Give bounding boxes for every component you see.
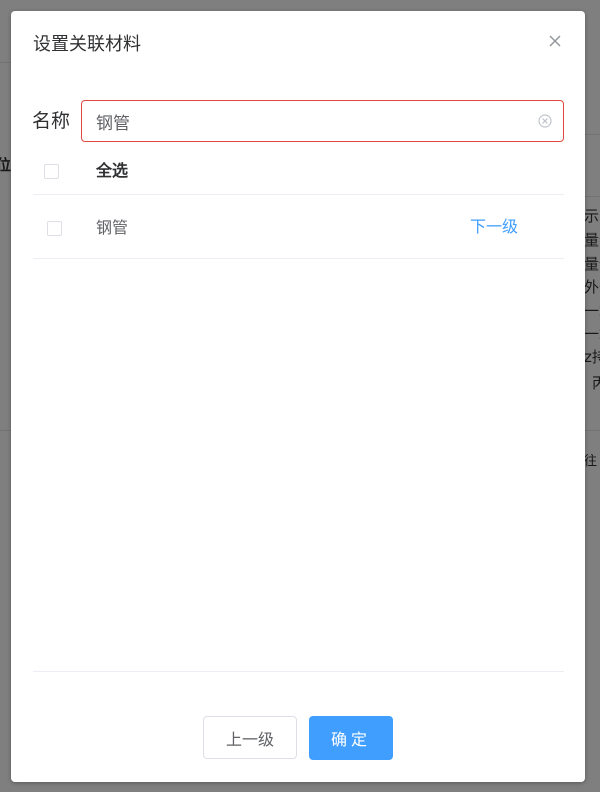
select-all-checkbox[interactable] <box>44 164 59 179</box>
row-divider <box>33 258 564 259</box>
row-checkbox[interactable] <box>47 221 62 236</box>
confirm-button[interactable]: 确定 <box>309 716 393 760</box>
name-input[interactable] <box>96 101 516 141</box>
link-material-dialog: 设置关联材料 名称 全选 钢管 下一级 上一级 确定 <box>11 11 585 782</box>
close-button[interactable] <box>545 31 565 51</box>
circle-close-icon[interactable] <box>537 113 553 129</box>
select-all-label: 全选 <box>96 161 129 180</box>
name-label: 名称 <box>32 110 71 132</box>
close-icon <box>549 35 561 47</box>
footer-divider <box>33 671 564 672</box>
row-name: 钢管 <box>96 218 129 237</box>
name-field <box>81 100 564 142</box>
previous-level-button[interactable]: 上一级 <box>203 716 297 759</box>
header-divider <box>33 194 564 195</box>
next-level-link[interactable]: 下一级 <box>470 216 518 238</box>
dialog-title: 设置关联材料 <box>33 34 141 55</box>
